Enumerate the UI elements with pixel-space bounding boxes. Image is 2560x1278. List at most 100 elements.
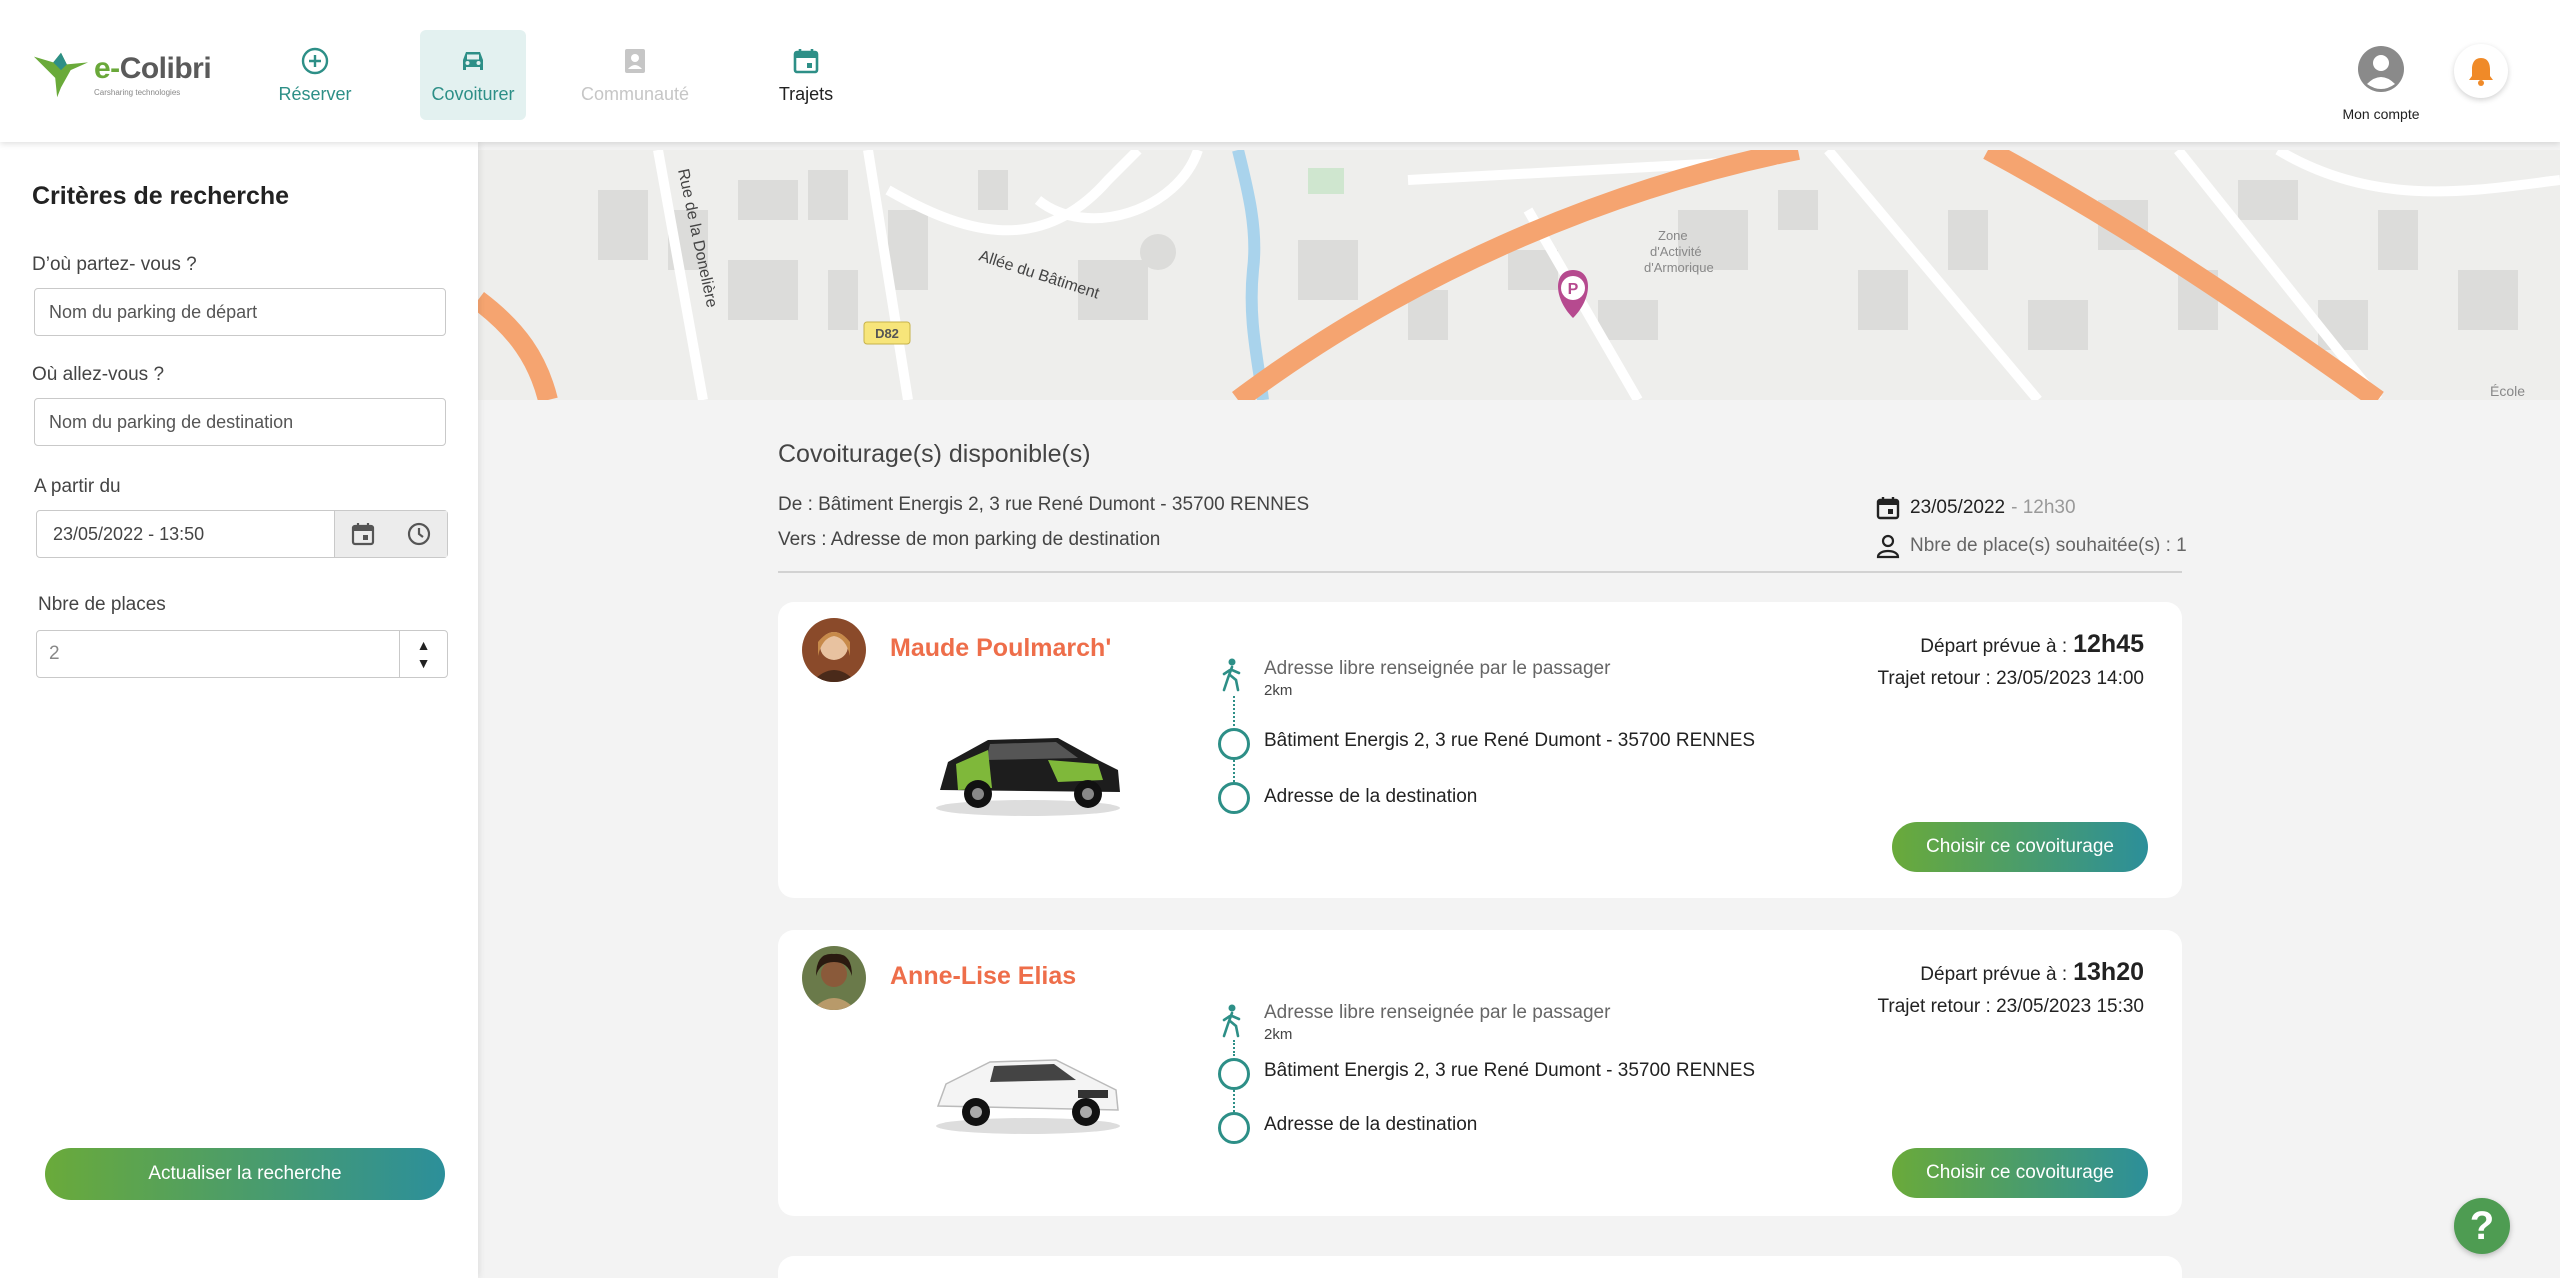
plus-circle-icon xyxy=(301,47,329,74)
date-picker: 23/05/2022 - 13:50 xyxy=(36,510,448,558)
nav-communaute-label: Communauté xyxy=(580,83,690,104)
results-divider xyxy=(778,571,2182,573)
from-label: D’où partez- vous ? xyxy=(32,254,197,275)
from-input[interactable]: Nom du parking de départ xyxy=(34,288,446,336)
car-photo-icon xyxy=(936,738,1120,816)
return-trip: Trajet retour : 23/05/2023 14:00 xyxy=(1877,668,2144,689)
results-date-value: 23/05/2022 xyxy=(1910,497,2006,518)
destination-point-icon xyxy=(1218,1112,1250,1144)
contact-card-icon xyxy=(625,48,645,73)
car-photo-icon xyxy=(936,1059,1120,1134)
to-label: Où allez-vous ? xyxy=(32,364,165,385)
nav-reserver-label: Réserver xyxy=(278,83,352,104)
app-logo[interactable]: e-Colibri Carsharing technologies xyxy=(32,48,212,100)
ride-card: Anne-Lise Elias Adresse libre renseignée… xyxy=(778,930,2182,1216)
map-corner-label: École xyxy=(2490,383,2525,399)
car-icon xyxy=(463,51,483,70)
seats-input[interactable]: 2 xyxy=(37,631,399,677)
notifications-button[interactable] xyxy=(2454,44,2508,98)
departure-label: Départ prévue à : xyxy=(1920,964,2068,985)
ride-card: Maude Poulmarch' Adresse libre renseigné… xyxy=(778,602,2182,898)
map-zone-2: d'Activité xyxy=(1650,244,1702,259)
search-criteria-title: Critères de recherche xyxy=(32,182,290,210)
pickup-distance: 2km xyxy=(1264,1026,1293,1043)
driver-avatar xyxy=(802,946,866,1010)
walking-icon xyxy=(1222,1004,1241,1038)
account-menu[interactable]: Mon compte xyxy=(2340,44,2422,122)
person-icon xyxy=(1876,534,1900,559)
date-input[interactable]: 23/05/2022 - 13:50 xyxy=(37,511,335,557)
map-canvas: Rue de la Donelière Allée du Bâtiment Zo… xyxy=(478,150,2560,400)
results-seats: Nbre de place(s) souhaitée(s) : 1 xyxy=(1874,532,2187,560)
return-trip: Trajet retour : 23/05/2023 15:30 xyxy=(1877,996,2144,1017)
driver-name[interactable]: Anne-Lise Elias xyxy=(890,962,1076,991)
help-button[interactable]: ? xyxy=(2454,1198,2510,1254)
start-point-icon xyxy=(1218,1058,1250,1090)
calendar-button[interactable] xyxy=(335,511,391,557)
departure-label: Départ prévue à : xyxy=(1920,636,2068,657)
route-dots xyxy=(1233,1090,1235,1112)
clock-icon xyxy=(407,522,431,546)
destination-address: Adresse de la destination xyxy=(1264,786,1478,807)
user-avatar-icon xyxy=(2358,46,2404,92)
nav-covoiturer[interactable]: Covoiturer xyxy=(420,30,526,120)
parking-marker-label: P xyxy=(1568,281,1579,298)
seats-label: Nbre de places xyxy=(38,594,166,615)
choose-ride-button[interactable]: Choisir ce covoiturage xyxy=(1892,822,2148,872)
departure-value: 13h20 xyxy=(2073,958,2144,986)
ride-card-partial xyxy=(778,1256,2182,1278)
results-title: Covoiturage(s) disponible(s) xyxy=(778,440,1091,468)
refresh-search-button[interactable]: Actualiser la recherche xyxy=(45,1148,445,1200)
route-dots xyxy=(1233,696,1235,726)
results-from: De : Bâtiment Energis 2, 3 rue René Dumo… xyxy=(778,494,1310,515)
nav-trajets[interactable]: Trajets xyxy=(753,30,859,120)
driver-name[interactable]: Maude Poulmarch' xyxy=(890,634,1111,663)
nav-covoiturer-label: Covoiturer xyxy=(431,83,515,104)
departure-time: Départ prévue à :13h20 xyxy=(1920,958,2144,987)
map-zone-3: d'Armorique xyxy=(1644,260,1714,275)
seats-stepper: 2 ▲ ▼ xyxy=(36,630,448,678)
hummingbird-logo-icon xyxy=(33,52,89,98)
logo-name-prefix: e- xyxy=(94,51,120,85)
to-input[interactable]: Nom du parking de destination xyxy=(34,398,446,446)
spin-down-icon[interactable]: ▼ xyxy=(417,654,431,672)
nav-communaute[interactable]: Communauté xyxy=(580,30,690,120)
calendar-icon xyxy=(351,523,375,546)
results-to: Vers : Adresse de mon parking de destina… xyxy=(778,529,1161,550)
departure-time: Départ prévue à :12h45 xyxy=(1920,630,2144,659)
nav-reserver[interactable]: Réserver xyxy=(262,30,368,120)
pickup-address: Adresse libre renseignée par le passager xyxy=(1264,658,1611,679)
search-criteria-panel: Critères de recherche D’où partez- vous … xyxy=(0,142,478,1278)
driver-avatar xyxy=(802,618,866,682)
nav-trajets-label: Trajets xyxy=(778,83,834,104)
spin-up-icon[interactable]: ▲ xyxy=(417,636,431,654)
walking-icon xyxy=(1222,658,1241,692)
map-view[interactable]: Rue de la Donelière Allée du Bâtiment Zo… xyxy=(478,150,2560,400)
results-date: 23/05/2022 - 12h30 xyxy=(1874,494,2076,522)
logo-tagline: Carsharing technologies xyxy=(94,87,181,97)
pickup-address: Adresse libre renseignée par le passager xyxy=(1264,1002,1611,1023)
car-image xyxy=(928,1018,1128,1138)
date-label: A partir du xyxy=(34,476,121,497)
seats-spinner[interactable]: ▲ ▼ xyxy=(399,631,447,677)
departure-value: 12h45 xyxy=(2073,630,2144,658)
car-image xyxy=(928,700,1128,820)
time-button[interactable] xyxy=(391,511,447,557)
results-time-value: - 12h30 xyxy=(2011,497,2076,518)
route-dots xyxy=(1233,1040,1235,1056)
start-address: Bâtiment Energis 2, 3 rue René Dumont - … xyxy=(1264,1060,1756,1081)
pickup-distance: 2km xyxy=(1264,682,1293,699)
choose-ride-button[interactable]: Choisir ce covoiturage xyxy=(1892,1148,2148,1198)
calendar-icon xyxy=(793,48,819,73)
top-bar: e-Colibri Carsharing technologies Réserv… xyxy=(0,0,2560,142)
route-dots xyxy=(1233,760,1235,782)
results-seats-value: Nbre de place(s) souhaitée(s) : 1 xyxy=(1910,535,2187,556)
logo-name: Colibri xyxy=(119,51,212,85)
driver-photo-icon xyxy=(802,946,866,1010)
bell-icon xyxy=(2469,58,2493,86)
driver-photo-icon xyxy=(802,618,866,682)
map-road-badge: D82 xyxy=(875,326,899,341)
destination-address: Adresse de la destination xyxy=(1264,1114,1478,1135)
map-zone-1: Zone xyxy=(1658,228,1688,243)
account-label: Mon compte xyxy=(2342,106,2420,122)
